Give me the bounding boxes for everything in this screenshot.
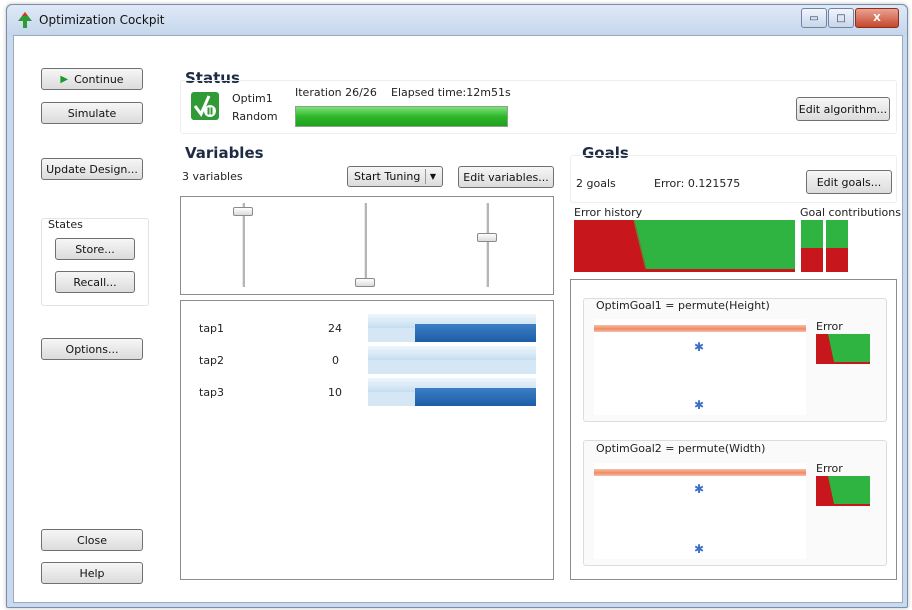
variables-count: 3 variables bbox=[182, 170, 243, 183]
dropdown-arrow-icon: ▼ bbox=[425, 169, 440, 184]
goal1-error-chart bbox=[816, 334, 870, 364]
edit-algorithm-button[interactable]: Edit algorithm... bbox=[796, 97, 890, 121]
variable-value: 24 bbox=[328, 322, 342, 335]
goal2-data-point: ✱ bbox=[694, 542, 705, 556]
variable-name: tap1 bbox=[199, 322, 225, 335]
goal2-panel: OptimGoal2 = permute(Width) ✱ ✱ Error bbox=[583, 440, 887, 566]
edit-variables-button[interactable]: Edit variables... bbox=[458, 166, 554, 188]
goal-contributions-label: Goal contributions bbox=[800, 206, 901, 219]
goal-contributions-chart bbox=[801, 220, 848, 272]
goal-details-panel: OptimGoal1 = permute(Height) ✱ ✱ Error O… bbox=[570, 279, 897, 580]
close-label: Close bbox=[77, 533, 107, 547]
variable-sliders-panel bbox=[180, 196, 554, 295]
app-window: Optimization Cockpit ▭ □ X ▶ Continue Si… bbox=[6, 4, 908, 608]
optimizer-status-icon bbox=[191, 92, 219, 120]
goal1-plot: ✱ ✱ bbox=[594, 319, 806, 415]
app-logo-icon bbox=[18, 12, 32, 28]
variables-heading: Variables bbox=[185, 144, 264, 162]
play-icon: ▶ bbox=[60, 73, 69, 85]
window-title: Optimization Cockpit bbox=[39, 13, 165, 27]
title-bar[interactable]: Optimization Cockpit ▭ □ X bbox=[7, 5, 907, 35]
close-window-button[interactable]: X bbox=[855, 8, 899, 28]
slider-thumb-tap2[interactable] bbox=[355, 278, 375, 287]
edit-variables-label: Edit variables... bbox=[463, 170, 549, 184]
contribution-goal2-red bbox=[826, 248, 848, 272]
variable-bar-fill bbox=[415, 388, 536, 406]
maximize-icon: □ bbox=[836, 12, 846, 24]
slider-track-tap2 bbox=[364, 203, 367, 287]
variable-bar-fill bbox=[415, 324, 536, 342]
goal1-error-label: Error bbox=[816, 320, 843, 333]
states-group: States Store... Recall... bbox=[41, 218, 149, 306]
error-history-chart bbox=[574, 220, 795, 272]
update-design-label: Update Design... bbox=[46, 162, 138, 176]
start-tuning-label: Start Tuning bbox=[354, 170, 421, 183]
variable-name: tap2 bbox=[199, 354, 225, 367]
goal1-data-point: ✱ bbox=[694, 340, 705, 354]
slider-thumb-tap3[interactable] bbox=[477, 233, 497, 242]
slider-track-tap3 bbox=[486, 203, 489, 287]
start-tuning-dropdown[interactable]: Start Tuning ▼ bbox=[347, 166, 443, 187]
minimize-button[interactable]: ▭ bbox=[801, 8, 827, 28]
slider-thumb-tap1[interactable] bbox=[233, 206, 253, 216]
goal2-error-label: Error bbox=[816, 462, 843, 475]
variable-value: 10 bbox=[328, 386, 342, 399]
continue-label: Continue bbox=[74, 72, 124, 86]
iteration-progress-bar bbox=[295, 106, 508, 127]
goal2-target-band bbox=[594, 469, 806, 476]
goal1-panel: OptimGoal1 = permute(Height) ✱ ✱ Error bbox=[583, 298, 887, 422]
store-button[interactable]: Store... bbox=[55, 238, 135, 260]
edit-algorithm-label: Edit algorithm... bbox=[798, 102, 888, 116]
client-area: ▶ Continue Simulate Update Design... Sta… bbox=[13, 35, 903, 603]
optimizer-name: Optim1 bbox=[232, 92, 273, 105]
variable-bar-tap3 bbox=[368, 378, 536, 406]
error-history-label: Error history bbox=[574, 206, 643, 219]
states-title: States bbox=[48, 218, 83, 231]
recall-button[interactable]: Recall... bbox=[55, 271, 135, 293]
goal2-plot: ✱ ✱ bbox=[594, 463, 806, 559]
goal2-data-point: ✱ bbox=[694, 482, 705, 496]
variable-name: tap3 bbox=[199, 386, 225, 399]
options-button[interactable]: Options... bbox=[41, 338, 143, 360]
variable-bar-tap1 bbox=[368, 314, 536, 342]
goal1-target-band bbox=[594, 325, 806, 332]
progress-fill bbox=[296, 107, 507, 126]
continue-button[interactable]: ▶ Continue bbox=[41, 68, 143, 90]
update-design-button[interactable]: Update Design... bbox=[41, 158, 143, 180]
help-label: Help bbox=[79, 566, 105, 580]
variable-value: 0 bbox=[332, 354, 339, 367]
close-button[interactable]: Close bbox=[41, 529, 143, 551]
help-button[interactable]: Help bbox=[41, 562, 143, 584]
edit-goals-button[interactable]: Edit goals... bbox=[806, 170, 892, 194]
minimize-icon: ▭ bbox=[809, 12, 819, 24]
goal1-title: OptimGoal1 = permute(Height) bbox=[596, 299, 770, 312]
options-label: Options... bbox=[65, 342, 119, 356]
simulate-button[interactable]: Simulate bbox=[41, 102, 143, 124]
variable-values-panel: tap1 24 tap2 0 tap3 10 bbox=[180, 300, 554, 580]
goal1-data-point: ✱ bbox=[694, 398, 705, 412]
elapsed-time-text: Elapsed time:12m51s bbox=[391, 86, 511, 99]
iteration-text: Iteration 26/26 bbox=[295, 86, 377, 99]
goal2-title: OptimGoal2 = permute(Width) bbox=[596, 442, 766, 455]
goal2-error-chart bbox=[816, 476, 870, 506]
contribution-goal1-red bbox=[801, 248, 823, 272]
error-value: Error: 0.121575 bbox=[654, 177, 741, 190]
optimizer-mode: Random bbox=[232, 110, 278, 123]
maximize-button[interactable]: □ bbox=[828, 8, 854, 28]
edit-goals-label: Edit goals... bbox=[816, 175, 882, 189]
close-icon: X bbox=[873, 12, 881, 24]
store-label: Store... bbox=[75, 242, 115, 256]
variable-bar-tap2 bbox=[368, 346, 536, 374]
bar-highlight bbox=[368, 346, 536, 360]
status-group bbox=[180, 80, 897, 134]
recall-label: Recall... bbox=[73, 275, 117, 289]
simulate-label: Simulate bbox=[67, 106, 117, 120]
goals-count: 2 goals bbox=[576, 177, 616, 190]
